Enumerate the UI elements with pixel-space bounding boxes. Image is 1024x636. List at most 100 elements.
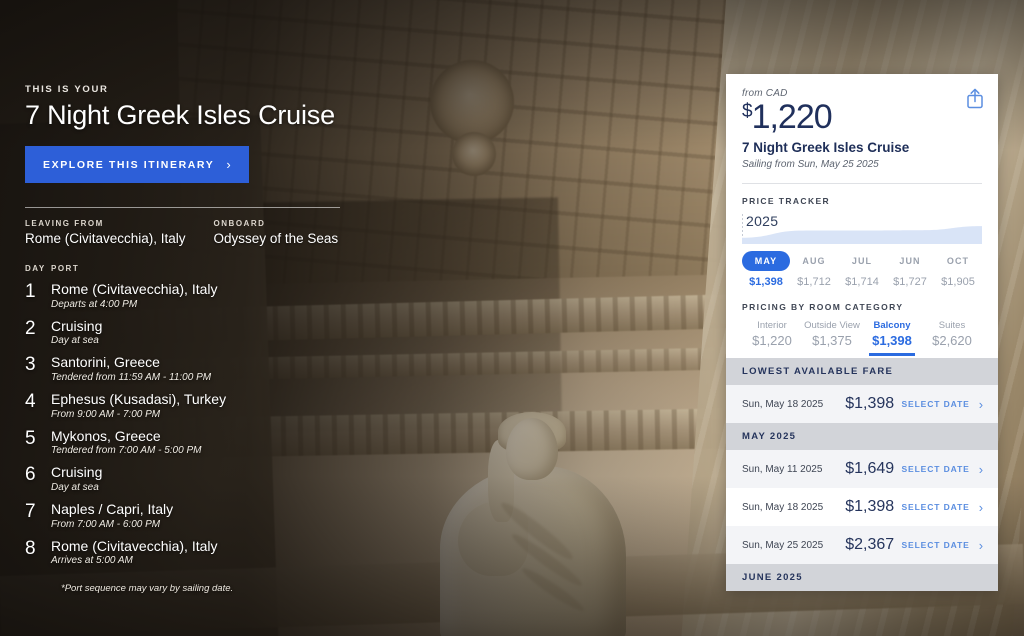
- price-tracker-month[interactable]: MAY $1,398: [742, 251, 790, 288]
- month-price: $1,712: [797, 276, 831, 288]
- itinerary-port-detail: From 9:00 AM - 7:00 PM: [51, 408, 161, 420]
- room-category-name: Outside View: [804, 320, 860, 331]
- booking-card-header: from CAD $1,220 7 Night Greek Isles Crui…: [726, 74, 998, 170]
- price-tracker-month[interactable]: AUG $1,712: [790, 251, 838, 288]
- month-price: $1,727: [893, 276, 927, 288]
- fare-date: Sun, May 18 2025: [742, 501, 824, 513]
- itinerary-port-detail: Tendered from 7:00 AM - 5:00 PM: [51, 445, 202, 457]
- fare-group-header: LOWEST AVAILABLE FARE: [726, 358, 998, 385]
- month-price: $1,905: [941, 276, 975, 288]
- onboard-label: ONBOARD: [213, 219, 266, 228]
- room-category-section: PRICING BY ROOM CATEGORY Interior $1,220 O…: [726, 288, 998, 358]
- select-date-button[interactable]: SELECT DATE ›: [901, 500, 984, 515]
- explore-itinerary-button[interactable]: EXPLORE THIS ITINERARY ›: [25, 146, 250, 183]
- divider: [25, 207, 340, 208]
- itinerary-port-detail: Tendered from 11:59 AM - 11:00 PM: [51, 372, 212, 384]
- itinerary-port-detail: Arrives at 5:00 AM: [51, 555, 133, 567]
- room-category-price: $1,220: [752, 333, 792, 348]
- price-tracker-label: PRICE TRACKER: [742, 196, 831, 206]
- itinerary-day-number: 5: [25, 427, 36, 449]
- itinerary-port-detail: Departs at 4:00 PM: [51, 298, 138, 310]
- itinerary-row: 8 Rome (Civitavecchia), Italy Arrives at 5…: [25, 537, 470, 567]
- itinerary-day-number: 8: [25, 537, 36, 559]
- price-tracker-months: MAY $1,398 AUG $1,712 JUL $1,714 JUN $1,727 OCT $…: [742, 251, 982, 288]
- hero-eyebrow: THIS IS YOUR: [25, 84, 109, 95]
- chevron-right-icon: ›: [226, 157, 233, 172]
- fare-row[interactable]: Sun, May 18 2025 $1,398 SELECT DATE ›: [726, 488, 998, 526]
- itinerary-day-number: 6: [25, 464, 36, 486]
- share-icon[interactable]: [965, 87, 985, 109]
- room-category-tab[interactable]: Suites $2,620: [922, 320, 982, 356]
- fare-row[interactable]: Sun, May 25 2025 $2,367 SELECT DATE ›: [726, 526, 998, 564]
- room-category-price: $1,398: [872, 333, 912, 348]
- itinerary-day-number: 1: [25, 281, 36, 302]
- chart-year-label: 2025: [746, 213, 779, 229]
- itinerary-row: 1 Rome (Civitavecchia), Italy Departs at 4…: [25, 281, 470, 310]
- month-pill[interactable]: JUL: [838, 251, 886, 271]
- price-tracker-month[interactable]: OCT $1,905: [934, 251, 982, 288]
- itinerary-list: 1 Rome (Civitavecchia), Italy Departs at 4…: [25, 281, 470, 567]
- voyage-meta: LEAVING FROM Rome (Civitavecchia), Italy…: [25, 219, 470, 246]
- itinerary-day-number: 3: [25, 354, 36, 376]
- select-date-button[interactable]: SELECT DATE ›: [901, 397, 984, 412]
- itinerary-column-headers: DAY PORT: [25, 264, 470, 273]
- itinerary-day-number: 4: [25, 391, 36, 413]
- month-pill[interactable]: OCT: [934, 251, 982, 271]
- itinerary-row: 2 Cruising Day at sea: [25, 317, 470, 347]
- screen: THIS IS YOUR 7 Night Greek Isles Cruise …: [0, 0, 1024, 636]
- fare-date: Sun, May 18 2025: [742, 398, 824, 410]
- onboard-value: Odyssey of the Seas: [213, 231, 339, 246]
- fare-price: $1,649: [845, 460, 895, 477]
- leaving-from-value: Rome (Civitavecchia), Italy: [25, 231, 186, 246]
- fare-group-header: JUNE 2025: [726, 564, 998, 591]
- itinerary-port-name: Mykonos, Greece: [51, 427, 161, 444]
- room-category-tab[interactable]: Balcony $1,398: [862, 320, 922, 356]
- select-date-button[interactable]: SELECT DATE ›: [901, 538, 984, 553]
- itinerary-footnote: *Port sequence may vary by sailing date.: [61, 583, 234, 595]
- card-sailing-date: Sailing from Sun, May 25 2025: [742, 159, 879, 170]
- fare-row[interactable]: Sun, May 11 2025 $1,649 SELECT DATE ›: [726, 450, 998, 488]
- month-pill[interactable]: AUG: [790, 251, 838, 271]
- itinerary-port-name: Rome (Civitavecchia), Italy: [51, 281, 218, 297]
- chevron-right-icon: ›: [978, 537, 984, 553]
- itinerary-day-number: 7: [25, 501, 36, 523]
- room-category-price: $2,620: [932, 333, 972, 348]
- itinerary-port-name: Naples / Capri, Italy: [51, 501, 174, 518]
- chevron-right-icon: ›: [978, 396, 984, 412]
- month-price: $1,398: [749, 276, 783, 288]
- fare-row[interactable]: Sun, May 18 2025 $1,398 SELECT DATE ›: [726, 385, 998, 423]
- itinerary-row: 7 Naples / Capri, Italy From 7:00 AM - 6:0…: [25, 501, 470, 529]
- column-header-day: DAY: [25, 264, 46, 273]
- month-pill[interactable]: MAY: [742, 251, 790, 271]
- room-category-tab[interactable]: Outside View $1,375: [802, 320, 862, 356]
- room-category-name: Interior: [757, 320, 787, 331]
- room-category-tabs: Interior $1,220 Outside View $1,375 Balcony $…: [742, 320, 982, 358]
- price-tracker-section: PRICE TRACKER 2025 MAY $1,398 AUG $1,712 JUL…: [726, 184, 998, 288]
- price-tracker-month[interactable]: JUL $1,714: [838, 251, 886, 288]
- chevron-right-icon: ›: [978, 461, 984, 477]
- price-amount: 1,220: [751, 98, 833, 136]
- itinerary-port-name: Cruising: [51, 317, 103, 334]
- fare-group-header: MAY 2025: [726, 423, 998, 450]
- itinerary-panel: THIS IS YOUR 7 Night Greek Isles Cruise …: [0, 0, 470, 636]
- itinerary-port-name: Cruising: [51, 464, 103, 481]
- month-pill[interactable]: JUN: [886, 251, 934, 271]
- room-category-name: Suites: [938, 320, 966, 331]
- select-date-label: SELECT DATE: [901, 540, 970, 550]
- itinerary-port-name: Santorini, Greece: [51, 354, 160, 371]
- select-date-button[interactable]: SELECT DATE ›: [901, 462, 984, 477]
- itinerary-row: 4 Ephesus (Kusadasi), Turkey From 9:00 AM …: [25, 391, 470, 420]
- itinerary-row: 3 Santorini, Greece Tendered from 11:59 AM…: [25, 355, 470, 383]
- fare-groups: LOWEST AVAILABLE FARE Sun, May 18 2025 $1,…: [726, 358, 998, 591]
- select-date-label: SELECT DATE: [901, 399, 970, 409]
- headline-price: $1,220: [742, 100, 982, 134]
- room-category-tab[interactable]: Interior $1,220: [742, 320, 802, 356]
- price-tracker-month[interactable]: JUN $1,727: [886, 251, 934, 288]
- room-category-name: Balcony: [873, 320, 911, 331]
- page-title: 7 Night Greek Isles Cruise: [25, 100, 335, 130]
- itinerary-port-name: Ephesus (Kusadasi), Turkey: [51, 391, 227, 408]
- itinerary-port-detail: Day at sea: [51, 482, 99, 494]
- leaving-from-block: LEAVING FROM Rome (Civitavecchia), Italy: [25, 219, 186, 246]
- booking-card: from CAD $1,220 7 Night Greek Isles Crui…: [726, 74, 998, 591]
- itinerary-port-detail: Day at sea: [51, 335, 99, 347]
